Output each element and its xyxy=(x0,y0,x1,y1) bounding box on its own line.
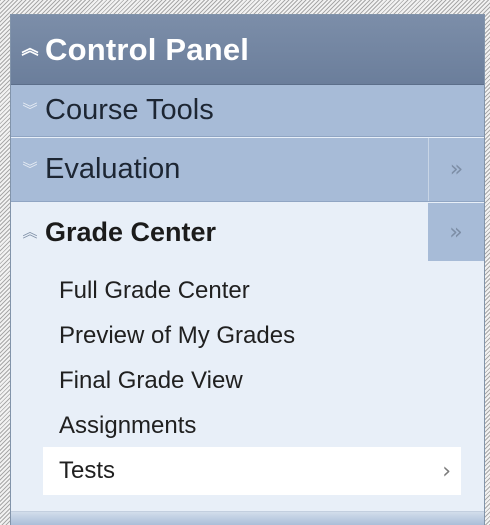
menu-item-final-grade-view[interactable]: Final Grade View xyxy=(59,367,243,395)
menu-item-tests[interactable]: Tests › xyxy=(43,447,461,495)
panel-bottom-bar xyxy=(11,511,484,525)
grade-center-menu-button[interactable]: » xyxy=(428,203,484,261)
control-panel-header[interactable]: ︽ Control Panel xyxy=(11,15,484,85)
chevron-double-up-icon: ︽ xyxy=(22,222,38,241)
section-evaluation[interactable]: ︾ Evaluation » xyxy=(11,138,484,202)
menu-item-tests-label: Tests xyxy=(59,457,116,484)
chevron-double-up-icon: ︽ xyxy=(21,39,39,59)
section-course-tools[interactable]: ︾ Course Tools xyxy=(11,85,484,137)
chevron-right-icon: › xyxy=(442,459,451,484)
double-right-arrow-icon: » xyxy=(449,157,464,182)
section-course-tools-label: Course Tools xyxy=(45,94,214,126)
control-panel: ︽ Control Panel ︾ Course Tools ︾ Evaluat… xyxy=(10,14,485,525)
section-grade-center[interactable]: ︽ Grade Center » xyxy=(11,203,484,261)
section-grade-center-label: Grade Center xyxy=(45,216,217,247)
menu-item-full-grade-center[interactable]: Full Grade Center xyxy=(59,277,250,305)
menu-item-assignments[interactable]: Assignments xyxy=(59,412,196,440)
double-right-arrow-icon: » xyxy=(449,219,463,245)
evaluation-menu-button[interactable]: » xyxy=(428,138,484,201)
section-evaluation-label: Evaluation xyxy=(45,153,181,185)
chevron-double-down-icon: ︾ xyxy=(22,160,38,178)
menu-item-preview-of-my-grades[interactable]: Preview of My Grades xyxy=(59,322,295,350)
chevron-double-down-icon: ︾ xyxy=(22,101,38,119)
control-panel-title: Control Panel xyxy=(45,31,250,67)
